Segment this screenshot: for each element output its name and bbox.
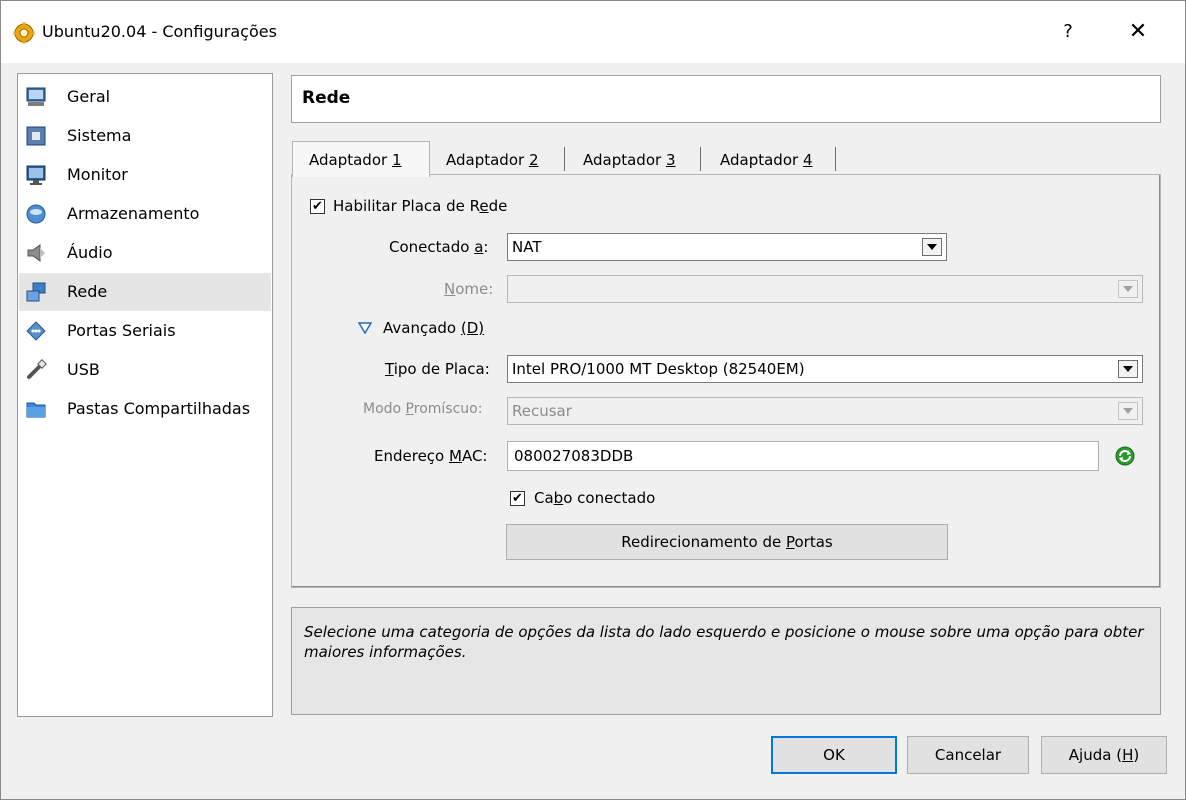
tab-mnemonic: 3 [665,151,676,169]
sidebar-item-portas-seriais[interactable]: Portas Seriais [19,312,271,350]
tab-label: Adaptador [446,151,529,169]
sidebar-item-audio[interactable]: Áudio [19,234,271,272]
attached-to-label: Conectado a: [389,238,489,256]
tab-separator [835,147,836,171]
monitor-general-icon [26,87,46,106]
serial-port-icon [26,321,46,341]
settings-window: Ubuntu20.04 - Configurações ? ✕ Geral Si… [0,0,1186,800]
sidebar-item-label: Armazenamento [67,204,200,223]
refresh-mac-icon[interactable] [1114,445,1136,467]
promiscuous-mode-label: Modo Promíscuo: [363,401,483,417]
help-info-text: Selecione uma categoria de opções da lis… [304,623,1144,661]
sidebar-item-monitor[interactable]: Monitor [19,156,271,194]
help-button[interactable]: Ajuda (H) [1041,736,1167,774]
tab-label: Adaptador [583,151,666,169]
sidebar-item-label: Áudio [67,243,113,262]
tab-label: Adaptador [309,151,392,169]
sidebar-item-label: Pastas Compartilhadas [67,399,251,418]
attached-to-select[interactable]: NAT [507,233,947,261]
chip-icon [26,126,46,146]
name-label: Nome: [444,280,494,298]
sidebar-item-sistema[interactable]: Sistema [19,117,271,155]
cancel-button[interactable]: Cancelar [907,736,1029,774]
chevron-down-icon [1118,280,1138,298]
display-icon [26,165,46,185]
cable-connected-checkbox[interactable]: ✔ [510,491,525,506]
port-forwarding-button[interactable]: Redirecionamento de Portas [506,524,948,560]
tab-adaptador-1[interactable]: Adaptador 1 [292,141,430,177]
cable-connected-label: Cabo conectado [534,489,656,507]
close-button[interactable]: ✕ [1121,15,1155,49]
sidebar-item-label: Rede [67,282,108,301]
folder-icon [26,402,46,418]
sidebar-item-pastas-compartilhadas[interactable]: Pastas Compartilhadas [19,390,271,428]
tab-mnemonic: 2 [528,151,539,169]
mac-address-input[interactable]: 080027083DDB [507,441,1099,471]
page-title: Rede [302,88,351,108]
usb-icon [27,359,47,379]
tab-adaptador-3[interactable]: Adaptador 3 [565,141,699,175]
promiscuous-mode-select[interactable]: Recusar [507,397,1143,425]
sidebar-item-label: USB [67,360,100,379]
enable-adapter-label: Habilitar Placa de Rede [333,197,508,215]
sidebar-item-geral[interactable]: Geral [19,78,271,116]
sidebar-item-rede[interactable]: Rede [19,273,271,311]
speaker-icon [27,244,45,262]
adapter-type-label: Tipo de Placa: [385,360,490,378]
tab-label: Adaptador [720,151,803,169]
tab-adaptador-4[interactable]: Adaptador 4 [701,141,835,175]
help-title-button[interactable]: ? [1053,15,1083,49]
adapter-type-select[interactable]: Intel PRO/1000 MT Desktop (82540EM) [507,355,1143,383]
tab-adaptador-2[interactable]: Adaptador 2 [429,141,563,175]
help-info-box: Selecione uma categoria de opções da lis… [291,607,1161,715]
category-list: Geral Sistema Monitor Armazenamento Áudi… [17,73,273,717]
sidebar-item-label: Sistema [67,126,132,145]
ok-button[interactable]: OK [771,736,897,774]
sidebar-item-label: Portas Seriais [67,321,176,340]
sidebar-item-label: Monitor [67,165,128,184]
expand-triangle-icon[interactable] [358,322,372,334]
adapter-panel: ✔ Habilitar Placa de Rede Conectado a: N… [291,174,1161,588]
title-bar: Ubuntu20.04 - Configurações ? ✕ [1,1,1185,63]
chevron-down-icon [922,238,942,256]
sidebar-item-usb[interactable]: USB [19,351,271,389]
name-select[interactable] [507,275,1143,303]
tab-mnemonic: 4 [802,151,813,169]
chevron-down-icon [1118,360,1138,378]
sidebar-item-armazenamento[interactable]: Armazenamento [19,195,271,233]
enable-adapter-checkbox[interactable]: ✔ [310,199,325,214]
sidebar-item-label: Geral [67,87,111,106]
page-header: Rede [291,75,1161,123]
window-title: Ubuntu20.04 - Configurações [42,22,277,41]
tab-mnemonic: 1 [391,151,402,169]
virtualbox-gear-icon [13,22,35,44]
mac-address-label: Endereço MAC: [374,447,488,465]
disk-icon [26,204,46,224]
network-icon [26,282,46,302]
advanced-toggle[interactable]: Avançado (D) [383,319,484,337]
chevron-down-icon [1118,402,1138,420]
